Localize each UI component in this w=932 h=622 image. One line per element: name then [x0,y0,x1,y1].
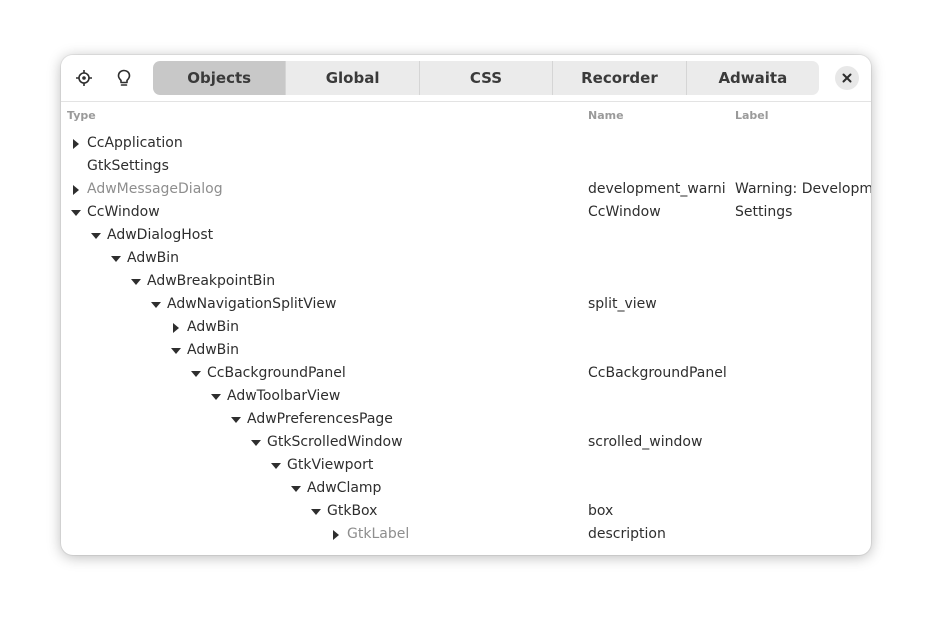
row-type: AdwBin [187,342,240,358]
expander-down-icon[interactable] [71,201,81,224]
row-type: GtkLabel [347,526,410,542]
row-name: box [588,503,614,519]
row-type: CcWindow [87,204,160,220]
row-type: AdwClamp [307,480,382,496]
row-type: AdwBreakpointBin [147,273,276,289]
tree-row[interactable]: AdwBin [61,247,871,270]
header-bar: Objects Global CSS Recorder Adwaita [61,55,871,102]
expander-down-icon[interactable] [251,431,261,454]
row-type: GtkViewport [287,457,374,473]
tab-css[interactable]: CSS [418,61,552,95]
tree-row[interactable]: AdwNavigationSplitView split_view [61,293,871,316]
expander-right-icon[interactable] [71,132,81,155]
row-label: Warning: Developm [735,181,871,197]
row-type: GtkBox [327,503,378,519]
expander-down-icon[interactable] [91,224,101,247]
object-tree: CcApplication GtkSettings AdwMessageDialog… [61,132,871,546]
tree-row[interactable]: GtkBox box [61,500,871,523]
tree-row[interactable]: AdwDialogHost [61,224,871,247]
row-name: scrolled_window [588,434,703,450]
tree-row[interactable]: AdwPreferencesPage [61,408,871,431]
expander-down-icon[interactable] [271,454,281,477]
row-type: AdwBin [127,250,180,266]
tab-global[interactable]: Global [285,61,418,95]
tree-row[interactable]: CcBackgroundPanel CcBackgroundPanel [61,362,871,385]
row-type: CcBackgroundPanel [207,365,346,381]
expander-right-icon[interactable] [71,178,81,201]
expander-right-icon[interactable] [331,523,341,546]
row-name: development_warnir [588,181,726,197]
row-type: AdwBin [187,319,240,335]
tab-objects[interactable]: Objects [153,61,286,95]
tab-bar: Objects Global CSS Recorder Adwaita [153,61,819,95]
close-button[interactable] [835,66,859,90]
row-name: split_view [588,296,657,312]
row-name: CcBackgroundPanel [588,365,726,381]
expander-down-icon[interactable] [311,500,321,523]
tree-row[interactable]: GtkLabel description [61,523,871,546]
inspector-window: Objects Global CSS Recorder Adwaita Type… [61,55,871,555]
expander-right-icon[interactable] [171,316,181,339]
expander-down-icon[interactable] [151,293,161,316]
tree-row[interactable]: AdwClamp [61,477,871,500]
lightbulb-icon[interactable] [112,66,136,90]
close-icon [842,73,852,83]
expander-down-icon[interactable] [211,385,221,408]
tree-row[interactable]: AdwBin [61,316,871,339]
expander-down-icon[interactable] [291,477,301,500]
expander-down-icon[interactable] [111,247,121,270]
tree-row[interactable]: AdwBin [61,339,871,362]
row-type: CcApplication [87,135,183,151]
tree-row[interactable]: GtkViewport [61,454,871,477]
tree-row[interactable]: GtkSettings [61,155,871,178]
tree-row[interactable]: AdwMessageDialog development_warnir Warnin… [61,178,871,201]
tree-row[interactable]: AdwBreakpointBin [61,270,871,293]
crosshair-icon[interactable] [72,66,96,90]
expander-down-icon[interactable] [231,408,241,431]
row-type: GtkSettings [87,158,169,174]
column-headers: Type Name Label [61,109,871,125]
column-header-name[interactable]: Name [588,109,624,122]
tree-row[interactable]: GtkScrolledWindow scrolled_window [61,431,871,454]
tab-recorder[interactable]: Recorder [552,61,685,95]
column-header-label[interactable]: Label [735,109,769,122]
row-type: AdwDialogHost [107,227,214,243]
tab-adwaita[interactable]: Adwaita [685,61,819,95]
row-type: AdwMessageDialog [87,181,223,197]
row-type: GtkScrolledWindow [267,434,403,450]
column-header-type[interactable]: Type [67,109,96,122]
row-type: AdwNavigationSplitView [167,296,337,312]
row-name: description [588,526,666,542]
row-type: AdwPreferencesPage [247,411,393,427]
tree-row[interactable]: AdwToolbarView [61,385,871,408]
row-type: AdwToolbarView [227,388,341,404]
row-name: CcWindow [588,204,661,220]
tree-row[interactable]: CcWindow CcWindow Settings [61,201,871,224]
row-label: Settings [735,204,793,220]
expander-down-icon[interactable] [191,362,201,385]
expander-down-icon[interactable] [171,339,181,362]
tree-row[interactable]: CcApplication [61,132,871,155]
expander-down-icon[interactable] [131,270,141,293]
